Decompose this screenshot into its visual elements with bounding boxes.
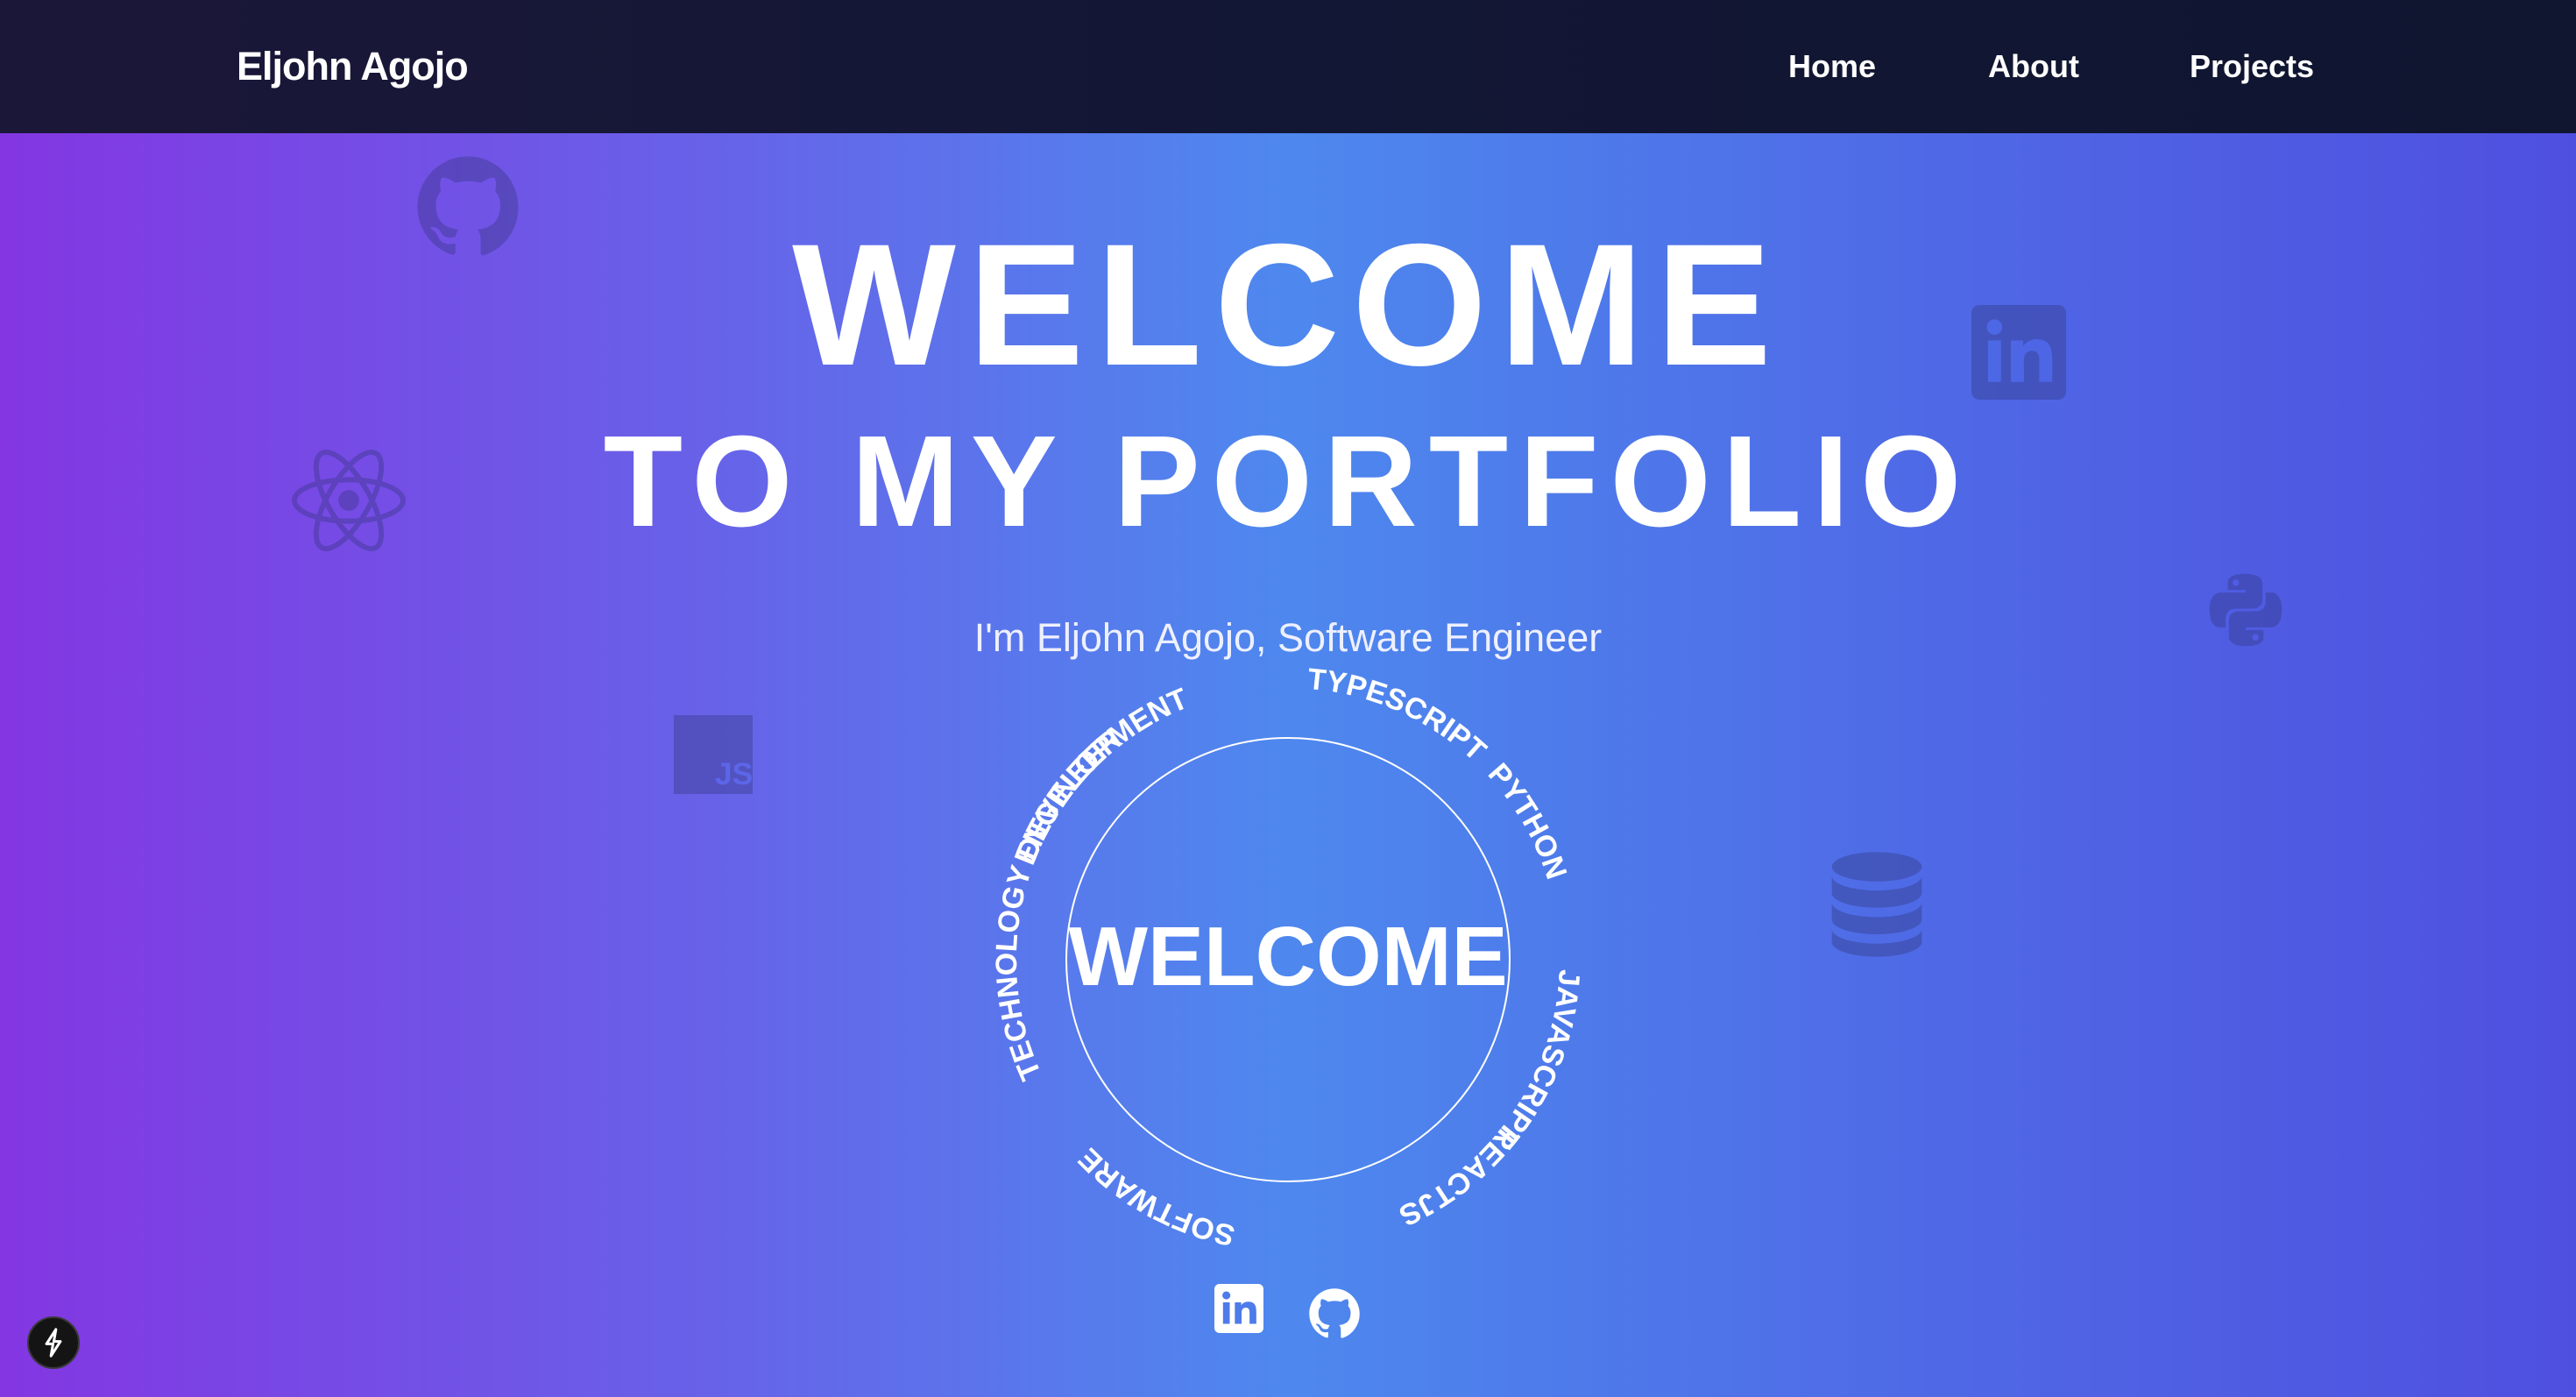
nav-home[interactable]: Home	[1788, 44, 1876, 89]
ring-word: TYPESCRIPT	[1306, 663, 1493, 768]
ring-word: SOFTWARE	[1072, 1141, 1237, 1252]
navbar: Eljohn Agojo Home About Projects	[0, 0, 2576, 133]
svg-text:JS: JS	[715, 756, 753, 791]
ring-word: TECHNOLOGY	[990, 862, 1048, 1085]
javascript-icon: JS	[674, 715, 753, 794]
ring-word: REACTJS	[1394, 1119, 1525, 1233]
linkedin-icon[interactable]	[1214, 1284, 1263, 1333]
hero-title-welcome: WELCOME	[792, 208, 1784, 401]
ring-word: ENGINEER	[1008, 723, 1129, 869]
github-icon[interactable]	[1308, 1287, 1361, 1340]
ring-word: PYTHON	[1482, 757, 1574, 883]
dev-tools-button[interactable]	[27, 1316, 80, 1369]
skills-ring: DEVELOPMENTTYPESCRIPTPYTHONJAVASCRIPTREA…	[990, 663, 1586, 1252]
nav-about[interactable]: About	[1988, 44, 2079, 89]
ring-center-text: WELCOME	[1068, 910, 1507, 1003]
database-icon	[1831, 852, 1922, 957]
brand-logo[interactable]: Eljohn Agojo	[237, 40, 469, 93]
lightning-icon	[45, 1328, 62, 1358]
nav-projects[interactable]: Projects	[2190, 44, 2314, 89]
hero-title-portfolio: TO MY PORTFOLIO	[603, 409, 1973, 554]
